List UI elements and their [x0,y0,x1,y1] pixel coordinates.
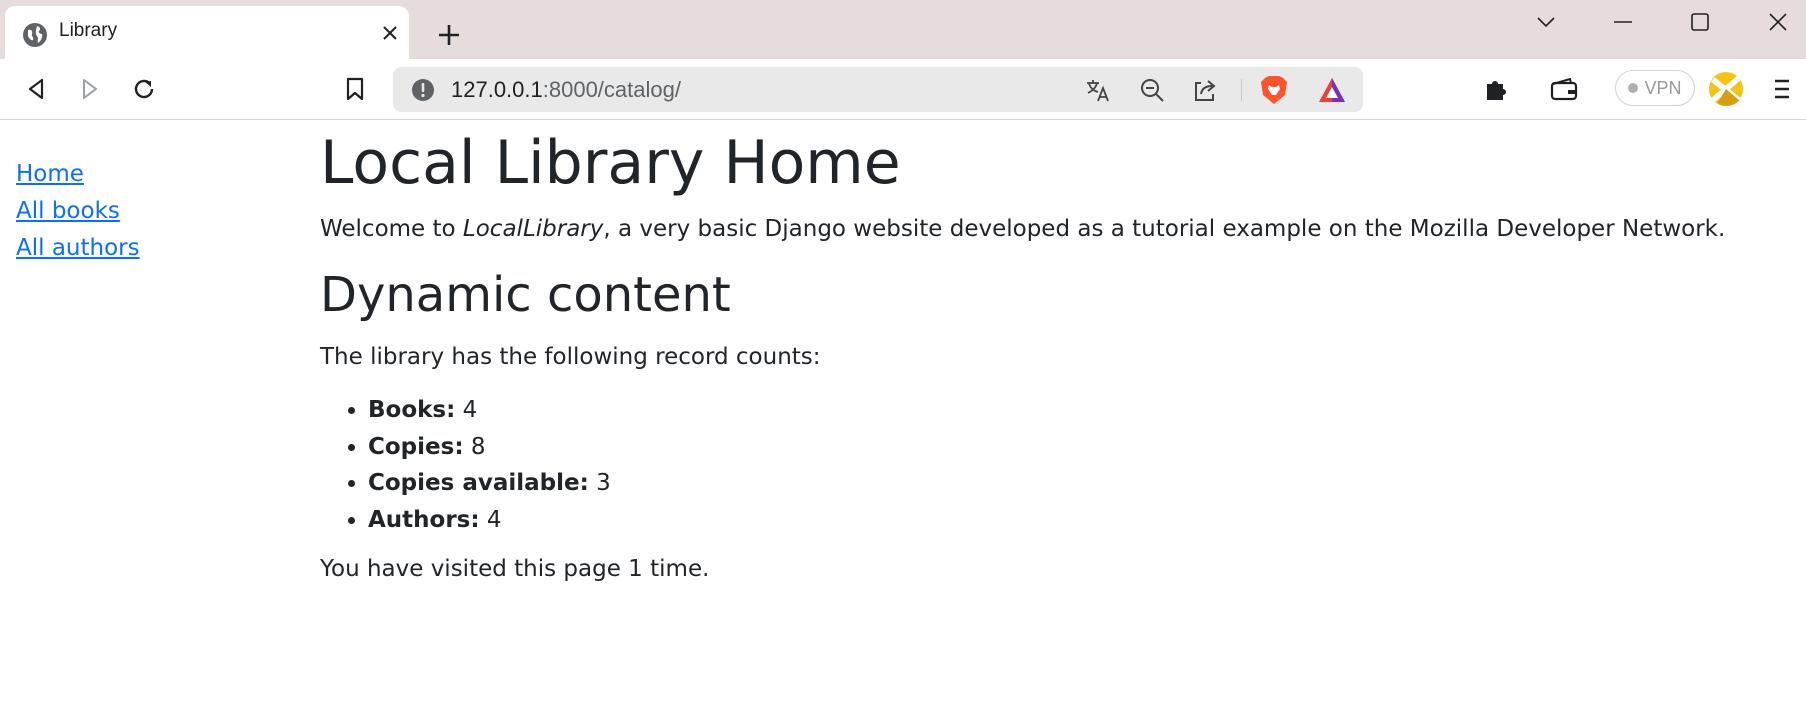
brave-shields-icon[interactable] [1259,75,1289,105]
count-item-authors: Authors: 4 [368,502,1780,539]
tab-strip: Library [0,0,1806,59]
counts-intro: The library has the following record cou… [320,344,821,370]
omnibox-divider [1241,79,1242,101]
count-label: Authors: [368,506,480,533]
page-title: Local Library Home [320,128,901,198]
welcome-suffix: , a very basic Django website developed … [603,216,1726,242]
welcome-prefix: Welcome to [320,216,463,242]
close-tab-icon[interactable] [378,21,402,45]
translate-icon[interactable] [1083,75,1113,105]
url-path: :8000/catalog/ [542,77,681,102]
bookmark-icon[interactable] [337,71,373,107]
tab-title: Library [59,20,118,41]
site-info-icon[interactable] [411,78,435,102]
sidebar-link-home[interactable]: Home [16,156,140,193]
count-label: Copies: [368,433,464,460]
address-bar[interactable]: 127.0.0.1:8000/catalog/ [393,67,1363,112]
record-counts-list: Books: 4 Copies: 8 Copies available: 3 A… [320,392,1780,538]
count-label: Copies available: [368,470,589,496]
forward-icon[interactable] [72,71,108,107]
vpn-button[interactable]: VPN [1615,70,1695,106]
count-value: 8 [470,433,486,460]
maximize-icon[interactable] [1675,6,1725,38]
welcome-site-name: LocalLibrary [462,216,604,242]
vpn-label: VPN [1644,77,1682,98]
welcome-text: Welcome to LocalLibrary, a very basic Dj… [320,212,1780,246]
visit-count-text: You have visited this page 1 time. [320,556,710,582]
vpn-status-dot [1628,83,1639,93]
new-tab-icon[interactable] [434,20,464,50]
count-label: Books: [368,397,456,423]
section-title: Dynamic content [320,267,731,323]
count-value: 4 [462,397,478,423]
menu-icon[interactable] [1764,71,1800,107]
tab-library[interactable]: Library [5,6,409,59]
count-value: 4 [486,506,502,533]
count-item-books: Books: 4 [368,392,1780,429]
sidebar-nav: Home All books All authors [16,156,140,267]
sidebar-link-all-authors[interactable]: All authors [16,230,140,267]
sidebar-link-all-books[interactable]: All books [16,193,140,230]
back-icon[interactable] [18,71,54,107]
count-item-copies-available: Copies available: 3 [368,465,1780,502]
tab-search-chevron-icon[interactable] [1521,6,1571,38]
close-window-icon[interactable] [1753,6,1803,38]
reload-icon[interactable] [126,71,162,107]
browser-toolbar: 127.0.0.1:8000/catalog/ VPN [0,59,1806,120]
brave-rewards-icon[interactable] [1317,75,1347,105]
page-content: Home All books All authors Local Library… [0,120,1806,716]
main-content: Local Library Home Welcome to LocalLibra… [320,120,1780,586]
count-item-copies: Copies: 8 [368,429,1780,466]
profile-avatar-icon[interactable] [1708,71,1744,107]
url-text[interactable]: 127.0.0.1:8000/catalog/ [451,77,681,103]
url-host: 127.0.0.1 [451,77,543,102]
count-value: 3 [596,470,611,496]
zoom-out-icon[interactable] [1137,75,1167,105]
share-icon[interactable] [1190,75,1220,105]
globe-icon [22,22,48,48]
extensions-icon[interactable] [1478,71,1514,107]
minimize-icon[interactable] [1598,6,1648,38]
wallet-icon[interactable] [1546,71,1582,107]
